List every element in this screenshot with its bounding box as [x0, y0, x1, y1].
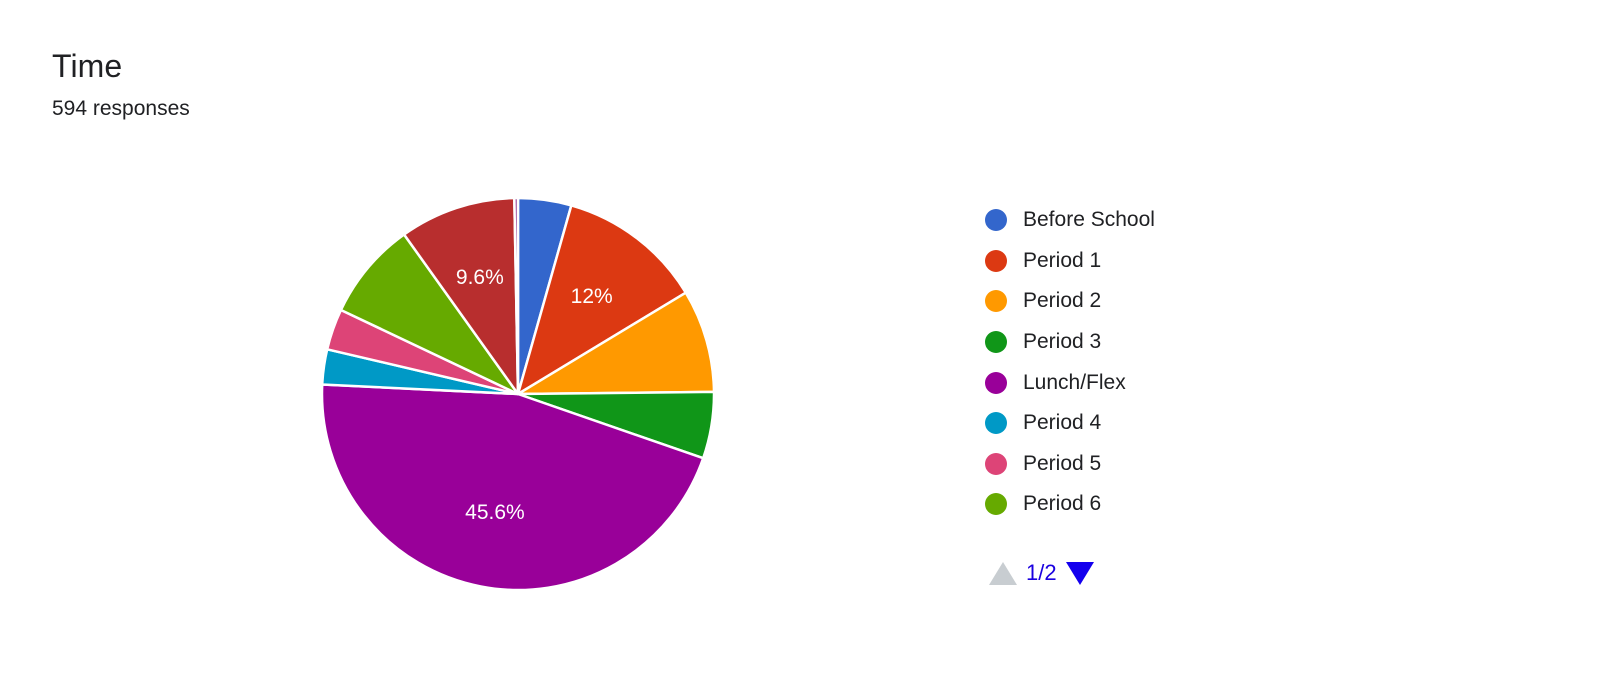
triangle-down-icon[interactable] — [1065, 561, 1094, 585]
legend-item[interactable]: Period 1 — [985, 241, 1305, 282]
legend-dot-icon — [985, 209, 1007, 232]
legend-item[interactable]: Before School — [985, 200, 1305, 241]
legend-item-label: Period 2 — [1023, 289, 1102, 313]
legend-dot-icon — [985, 290, 1007, 313]
legend-item-label: Period 4 — [1023, 411, 1102, 435]
pie-chart[interactable]: 12% 45.6% 9.6% — [320, 196, 716, 592]
legend-item-label: Period 3 — [1023, 330, 1102, 354]
chart-header: Time 594 responses — [52, 46, 190, 123]
legend-item-label: Lunch/Flex — [1023, 370, 1126, 394]
response-count: 594 responses — [52, 97, 190, 120]
legend-item[interactable]: Lunch/Flex — [985, 362, 1305, 403]
legend-dot-icon — [985, 412, 1007, 435]
legend-item[interactable]: Period 4 — [985, 403, 1305, 444]
responses-page: Time 594 responses 12% 45.6% 9.6% Before S… — [0, 0, 1600, 673]
legend-item-label: Period 5 — [1023, 451, 1102, 475]
legend-dot-icon — [985, 249, 1007, 272]
legend-item[interactable]: Period 5 — [985, 444, 1305, 485]
legend-dot-icon — [985, 331, 1007, 354]
legend-item-label: Before School — [1023, 208, 1155, 232]
triangle-up-icon[interactable] — [989, 561, 1017, 585]
legend-item[interactable]: Period 2 — [985, 281, 1305, 322]
legend-item[interactable]: Period 3 — [985, 322, 1305, 363]
chart-area: 12% 45.6% 9.6% Before School Period 1 Period… — [0, 160, 1600, 620]
legend-dot-icon — [985, 452, 1007, 475]
pie-chart-svg[interactable]: 12%45.6%9.6% — [320, 196, 716, 592]
legend-page-indicator: 1/2 — [1026, 560, 1057, 585]
legend-pagination: 1/2 — [989, 558, 1094, 588]
legend-item-label: Period 1 — [1023, 248, 1102, 272]
legend-dot-icon — [985, 493, 1007, 516]
pie-slice-group[interactable] — [320, 196, 716, 592]
page-title: Time — [52, 48, 123, 84]
chart-legend: Before School Period 1 Period 2 Period 3 Lun… — [985, 200, 1305, 525]
legend-item[interactable]: Period 6 — [985, 484, 1305, 525]
legend-dot-icon — [985, 371, 1007, 394]
legend-item-label: Period 6 — [1023, 492, 1102, 516]
